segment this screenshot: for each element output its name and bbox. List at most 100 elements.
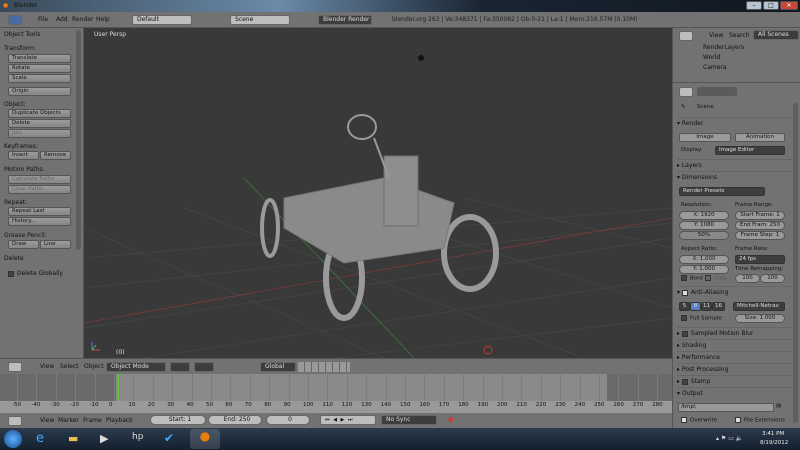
performance-panel-header[interactable]: ▸ Performance — [677, 351, 795, 363]
delete-panel-header[interactable]: Delete — [4, 255, 24, 262]
folder-browse-icon[interactable]: ▤ — [776, 403, 781, 409]
outliner-search-menu[interactable]: Search — [729, 32, 750, 39]
properties-scrollbar[interactable] — [793, 103, 798, 423]
menu-render[interactable]: Render — [72, 16, 93, 23]
scale-button[interactable]: Scale — [8, 74, 71, 83]
origin-button[interactable]: Origin — [8, 87, 71, 96]
properties-editor-type[interactable] — [679, 87, 693, 97]
hp-icon[interactable]: hp — [132, 432, 143, 442]
playback-controls[interactable]: ⏮ ◀ ▶ ⏭ — [320, 415, 376, 425]
minimize-button[interactable]: – — [746, 1, 762, 10]
end-frame-field[interactable]: End: 250 — [208, 415, 262, 425]
pin-icon[interactable]: ✎ — [681, 104, 686, 110]
menu-add[interactable]: Add — [56, 16, 68, 23]
mode-select[interactable]: Object Mode — [106, 362, 166, 372]
post-processing-panel-header[interactable]: ▸ Post Processing — [677, 363, 795, 375]
menu-view[interactable]: View — [40, 417, 54, 424]
anti-aliasing-panel-header[interactable]: ▾ Anti-Aliasing — [677, 286, 795, 298]
calculate-paths-button[interactable]: Calculate Paths — [8, 175, 71, 184]
render-presets-select[interactable]: Render Presets — [679, 187, 765, 196]
draw-button[interactable]: Draw — [8, 240, 39, 249]
object-tools-header[interactable]: Object Tools — [4, 31, 40, 38]
clear-paths-button[interactable]: Clear Paths — [8, 185, 71, 194]
frame-step-field[interactable]: Frame Step: 1 — [735, 231, 785, 240]
display-select[interactable]: Image Editor — [715, 146, 785, 155]
outliner-item-renderlayers[interactable]: RenderLayers — [703, 44, 744, 51]
translate-button[interactable]: Translate — [8, 54, 71, 63]
crop-checkbox[interactable]: Crop — [705, 275, 727, 282]
editor-type-button[interactable] — [8, 416, 22, 426]
remap-new-field[interactable]: 100 — [760, 274, 785, 283]
history-button[interactable]: History... — [8, 217, 71, 226]
aa-samples-5[interactable]: 5 — [679, 302, 690, 311]
stamp-panel-header[interactable]: ▸ Stamp — [677, 375, 795, 387]
context-tabs[interactable] — [697, 87, 737, 96]
pivot-select[interactable] — [194, 362, 214, 372]
join-button[interactable]: Join — [8, 129, 71, 138]
3d-viewport[interactable]: User Persp (0) — [84, 28, 672, 358]
delete-globally-checkbox[interactable]: Delete Globally — [8, 270, 63, 277]
clock-time[interactable]: 3:41 PM — [762, 431, 784, 437]
output-panel-header[interactable]: ▾ Output — [677, 387, 795, 399]
overwrite-checkbox[interactable]: Overwrite — [681, 417, 717, 424]
repeat-last-button[interactable]: Repeat Last — [8, 207, 71, 216]
render-image-button[interactable]: Image — [679, 133, 731, 142]
menu-view[interactable]: View — [40, 363, 54, 370]
tool-shelf-scrollbar[interactable] — [76, 30, 81, 250]
remap-old-field[interactable]: 100 — [735, 274, 760, 283]
layout-selector[interactable]: Default — [132, 15, 192, 25]
outliner-view-menu[interactable]: View — [709, 32, 723, 39]
aa-samples-16[interactable]: 16 — [712, 302, 725, 311]
render-engine-select[interactable]: Blender Render — [318, 15, 372, 25]
start-frame-field[interactable]: Start Frame: 1 — [735, 211, 785, 220]
aspect-x-field[interactable]: X: 1.000 — [679, 255, 729, 264]
aa-filter-select[interactable]: Mitchell-Netrav — [733, 302, 785, 311]
outliner-item-camera[interactable]: Camera — [703, 64, 727, 71]
start-button[interactable] — [4, 430, 22, 448]
tray-icons[interactable]: ▴ ⚑ ▭ 🔈 — [716, 435, 743, 442]
line-button[interactable]: Line — [40, 240, 71, 249]
explorer-icon[interactable]: ▬ — [68, 432, 78, 445]
menu-marker[interactable]: Marker — [58, 417, 79, 424]
orientation-select[interactable]: Global — [260, 362, 296, 372]
editor-type-button[interactable] — [8, 362, 22, 372]
outliner-editor-type[interactable] — [679, 31, 693, 41]
record-icon[interactable]: ● — [448, 416, 453, 423]
menu-select[interactable]: Select — [60, 363, 79, 370]
frame-ruler[interactable] — [0, 401, 672, 413]
end-frame-field[interactable]: End Fram: 250 — [735, 221, 785, 230]
checkmark-app-icon[interactable]: ✔ — [164, 431, 174, 445]
current-frame-indicator[interactable] — [117, 374, 119, 401]
full-sample-checkbox[interactable]: Full Sample — [681, 315, 722, 322]
delete-button[interactable]: Delete — [8, 119, 71, 128]
file-extensions-checkbox[interactable]: File Extensions — [735, 417, 785, 424]
fps-select[interactable]: 24 fps — [735, 255, 785, 264]
filter-size-field[interactable]: Size: 1.000 — [735, 314, 785, 323]
layers-panel-header[interactable]: ▸ Layers — [677, 159, 795, 171]
current-frame-field[interactable]: 0 — [266, 415, 310, 425]
clock-date[interactable]: 8/19/2012 — [760, 440, 788, 446]
blender-taskbar-icon[interactable]: ● — [190, 429, 220, 449]
rotate-button[interactable]: Rotate — [8, 64, 71, 73]
layer-buttons[interactable] — [298, 362, 350, 372]
media-player-icon[interactable]: ▶ — [100, 432, 108, 445]
menu-frame[interactable]: Frame — [83, 417, 102, 424]
dimensions-panel-header[interactable]: ▾ Dimensions — [677, 171, 795, 183]
ie-icon[interactable]: e — [36, 431, 44, 446]
border-checkbox[interactable]: Bord — [681, 275, 703, 282]
insert-keyframe-button[interactable]: Insert — [8, 151, 39, 160]
resolution-x-field[interactable]: X: 1920 — [679, 211, 729, 220]
render-panel-header[interactable]: ▾ Render — [677, 117, 795, 129]
menu-playback[interactable]: Playback — [106, 417, 133, 424]
aa-samples-8[interactable]: 8 — [690, 302, 701, 311]
output-path-field[interactable]: /tmp\ — [678, 403, 774, 412]
outliner-item-world[interactable]: World — [703, 54, 720, 61]
shading-select[interactable] — [170, 362, 190, 372]
maximize-button[interactable]: □ — [763, 1, 779, 10]
remove-keyframe-button[interactable]: Remove — [40, 151, 71, 160]
motion-blur-panel-header[interactable]: ▸ Sampled Motion Blur — [677, 327, 795, 339]
start-frame-field[interactable]: Start: 1 — [150, 415, 206, 425]
menu-help[interactable]: Help — [96, 16, 110, 23]
aa-samples-11[interactable]: 11 — [701, 302, 712, 311]
timeline[interactable]: -50 -40 -30 -20 -10 0 10 20 30 40 50 60 70 80 90 100 110… — [0, 374, 672, 413]
